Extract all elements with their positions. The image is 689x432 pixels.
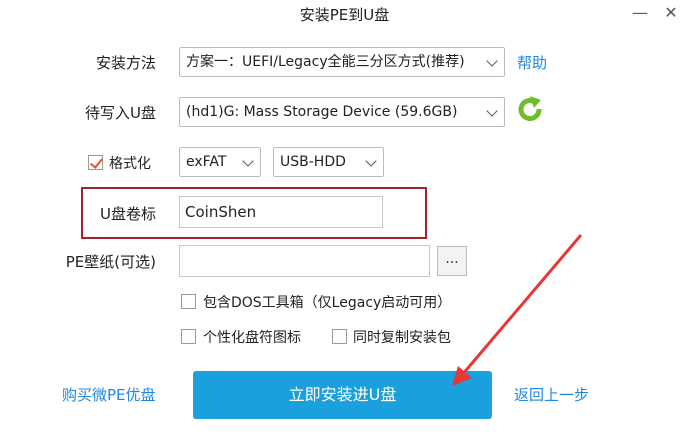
annotation-arrow [452, 234, 583, 386]
